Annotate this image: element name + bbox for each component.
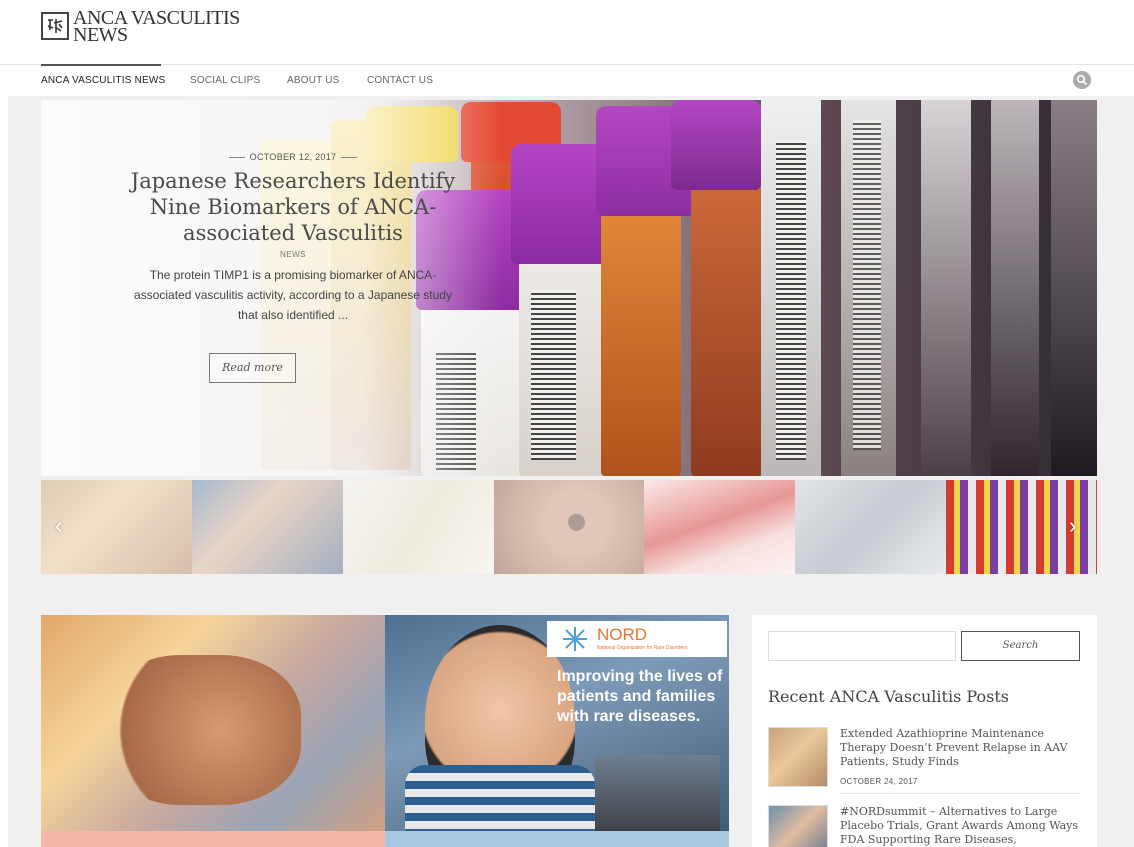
nord-logo-text: NORD [597,625,648,644]
nord-logo-panel: NORD National Organization for Rare Diso… [547,621,727,657]
hero-barcode-3 [776,140,806,460]
read-more-button[interactable]: Read more [209,353,296,383]
hero-excerpt: The protein TIMP1 is a promising biomark… [134,268,452,322]
nav-active-indicator [41,64,161,66]
hero-text-block: OCTOBER 12, 2017 Japanese Researchers Id… [129,152,457,325]
sidebar-search-input[interactable] [768,631,956,661]
logo-line-2: NEWS [73,24,128,46]
search-icon[interactable] [1073,71,1091,89]
hero-tube-10 [1051,100,1097,476]
hero-barcode-2 [531,290,576,460]
nord-banner-text: Improving the lives of patients and fami… [557,668,723,725]
main-nav: ANCA VASCULITIS NEWS SOCIAL CLIPS ABOUT … [0,64,1134,94]
article-card-nord[interactable]: NORD National Organization for Rare Diso… [385,615,729,847]
thumbnail-network-icons[interactable] [795,480,947,574]
recent-post-date: OCTOBER 24, 2017 [840,777,918,786]
site-logo[interactable]: ANCA VASCULITIS NEWS [41,8,240,46]
hero-tube-8 [921,100,971,476]
hero-date: OCTOBER 12, 2017 [249,152,337,162]
thumbnail-nord-child[interactable] [191,480,343,574]
article-card-iv-drip[interactable] [41,615,385,847]
hero-tube-blood [601,200,681,476]
sidebar: Search Recent ANCA Vasculitis Posts Exte… [752,615,1097,847]
nav-item-about-us[interactable]: ABOUT US [287,75,340,86]
nord-logo-subtext: National Organization for Rare Disorders [597,645,688,651]
slider-next-arrow[interactable]: › [1069,513,1076,539]
recent-post-item[interactable]: Extended Azathioprine Maintenance Therap… [768,727,1081,795]
hero-cap-purple-4 [671,100,761,190]
slider-prev-arrow[interactable]: ‹ [55,513,62,539]
card-child-shirt [405,765,595,835]
hero-tube-9 [991,100,1039,476]
page: ANCA VASCULITIS NEWS ANCA VASCULITIS NEW… [0,0,1134,847]
thumbnail-documents[interactable] [342,480,494,574]
card-meeting-image [595,755,720,835]
card-strip [385,831,729,847]
recent-post-divider [840,793,1080,794]
nav-item-social-clips[interactable]: SOCIAL CLIPS [190,75,260,86]
nav-item-anca-vasculitis-news[interactable]: ANCA VASCULITIS NEWS [41,75,165,86]
hero-barcode-4 [853,120,881,450]
recent-post-thumbnail[interactable] [768,727,828,787]
recent-posts-title: Recent ANCA Vasculitis Posts [768,687,1009,706]
nav-item-contact-us[interactable]: CONTACT US [367,75,433,86]
card-hand-image [101,655,301,805]
thumbnail-eye-closeup[interactable] [493,480,645,574]
hero-title[interactable]: Japanese Researchers Identify Nine Bioma… [129,168,457,246]
card-strip [41,831,385,847]
thumbnail-blood-cells[interactable] [644,480,796,574]
hero-slide[interactable]: OCTOBER 12, 2017 Japanese Researchers Id… [41,100,1097,476]
recent-post-thumbnail[interactable] [768,805,828,847]
hero-category[interactable]: NEWS [129,250,457,259]
recent-post-title[interactable]: Extended Azathioprine Maintenance Therap… [840,727,1080,769]
slider-thumbnails [41,480,1098,574]
thumbnail-iv-drip-hand[interactable] [41,480,192,574]
hero-tube-5 [691,160,761,476]
logo-mark-icon [41,12,69,40]
recent-post-item[interactable]: #NORDsummit – Alternatives to Large Plac… [768,805,1081,847]
nord-logo-icon [563,627,587,651]
recent-post-title[interactable]: #NORDsummit – Alternatives to Large Plac… [840,805,1080,847]
sidebar-search-button[interactable]: Search [961,631,1080,661]
